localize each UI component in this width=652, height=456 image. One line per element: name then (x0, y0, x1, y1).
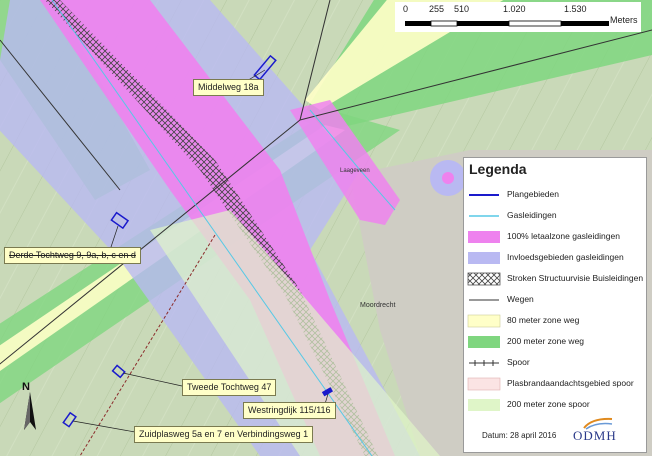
label-derde-tochtweg: Derde Tochtweg 9, 9a, b, c en d (4, 247, 141, 264)
legend-item-wegen: Wegen (467, 293, 645, 308)
legend-label: 200 meter zone weg (507, 336, 585, 346)
rail-line-icon (469, 360, 499, 366)
scale-tick-3: 1.020 (503, 4, 526, 14)
scale-units: Meters (610, 15, 638, 25)
map-date: Datum: 28 april 2016 (482, 431, 557, 440)
legend-title: Legenda (469, 161, 527, 177)
green-fill-icon (468, 336, 500, 348)
label-tweede-tochtweg: Tweede Tochtweg 47 (182, 379, 277, 396)
legend-label: Plasbrandaandachtsgebied spoor (507, 378, 634, 388)
organization-logo-text: ODMH (573, 428, 617, 443)
gas-lethal-circle (442, 172, 454, 184)
legend-item-invloedsgebieden: Invloedsgebieden gasleidingen (467, 251, 645, 266)
label-zuidplasweg: Zuidplasweg 5a en 7 en Verbindingsweg 1 (134, 426, 314, 443)
legend-item-200m-spoor: 200 meter zone spoor (467, 398, 645, 413)
map-viewer[interactable]: Laageveen Moordrecht Middelweg 18a Derde… (0, 0, 652, 456)
scale-tick-2: 510 (454, 4, 470, 14)
label-middelweg: Middelweg 18a (193, 79, 264, 96)
legend-item-plasbrand: Plasbrandaandachtsgebied spoor (467, 377, 645, 392)
legend-label: Spoor (507, 357, 530, 367)
place-name-a: Laageveen (340, 168, 370, 174)
legend-item-stroken: Stroken Structuurvisie Buisleidingen (467, 272, 645, 287)
magenta-fill-icon (468, 231, 500, 243)
legend-label: Plangebieden (507, 189, 559, 199)
legend-label: Invloedsgebieden gasleidingen (507, 252, 624, 262)
legend-item-200m-weg: 200 meter zone weg (467, 335, 645, 350)
legend-label: 200 meter zone spoor (507, 399, 590, 409)
legend-label: Gasleidingen (507, 210, 557, 220)
dark-blue-line-icon (469, 194, 499, 196)
pale-green-fill-icon (468, 399, 500, 411)
label-westringdijk: Westringdijk 115/116 (243, 402, 336, 419)
legend-item-letaalzone: 100% letaalzone gasleidingen (467, 230, 645, 245)
legend-label: 100% letaalzone gasleidingen (507, 231, 620, 241)
legend-item-plangebieden: Plangebieden (467, 188, 645, 203)
place-name-b: Moordrecht (360, 302, 395, 309)
legend-label: 80 meter zone weg (507, 315, 580, 325)
north-arrow-icon (24, 392, 36, 430)
scale-bar-graphic (405, 20, 609, 27)
light-blue-line-icon (469, 215, 499, 217)
north-letter: N (22, 381, 30, 393)
black-line-icon (469, 299, 499, 301)
legend-item-80m-weg: 80 meter zone weg (467, 314, 645, 329)
scale-bar: 0 255 510 1.020 1.530 Meters (395, 2, 641, 32)
legend-item-gasleidingen: Gasleidingen (467, 209, 645, 224)
legend-item-spoor: Spoor (467, 356, 645, 371)
lavender-fill-icon (468, 252, 500, 264)
crosshatch-fill-icon (467, 272, 501, 286)
scale-tick-4: 1.530 (564, 4, 587, 14)
legend-label: Wegen (507, 294, 534, 304)
scale-tick-0: 0 (403, 4, 409, 14)
pink-fill-icon (467, 377, 501, 391)
pale-yellow-fill-icon (467, 314, 501, 328)
legend-label: Stroken Structuurvisie Buisleidingen (507, 273, 644, 283)
legend-panel: Legenda Plangebieden Gasleidingen 100% l… (463, 157, 647, 453)
scale-tick-1: 255 (429, 4, 445, 14)
